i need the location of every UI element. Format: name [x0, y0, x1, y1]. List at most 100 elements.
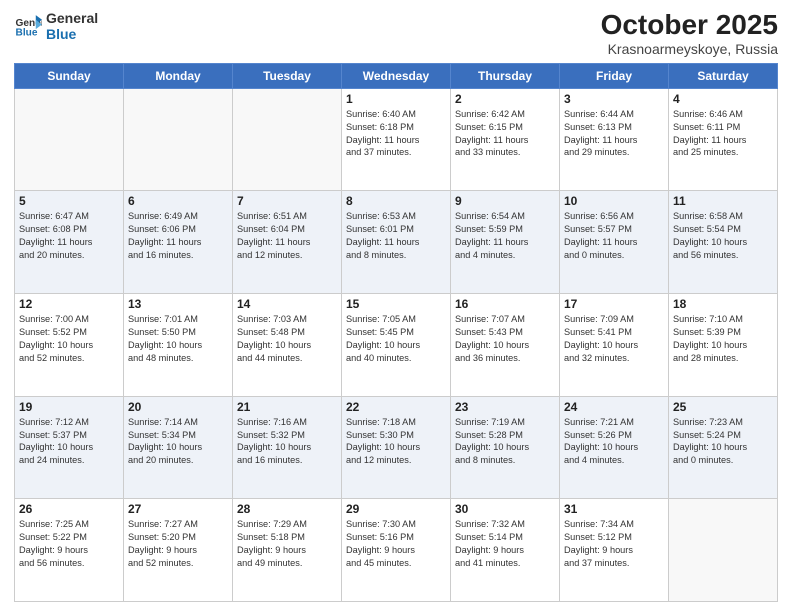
day-info: Sunrise: 7:00 AM Sunset: 5:52 PM Dayligh…	[19, 313, 119, 365]
calendar-header-wednesday: Wednesday	[342, 63, 451, 88]
day-number: 10	[564, 194, 664, 208]
calendar-cell: 1 Sunrise: 6:40 AM Sunset: 6:18 PM Daylig…	[342, 88, 451, 191]
day-number: 17	[564, 297, 664, 311]
calendar-cell: 12 Sunrise: 7:00 AM Sunset: 5:52 PM Dayli…	[15, 294, 124, 397]
calendar-cell: 15 Sunrise: 7:05 AM Sunset: 5:45 PM Dayli…	[342, 294, 451, 397]
calendar-cell	[669, 499, 778, 602]
header: General Blue General Blue October 2025 K…	[14, 10, 778, 57]
day-number: 9	[455, 194, 555, 208]
logo-blue: Blue	[46, 26, 98, 42]
page-subtitle: Krasnoarmeyskoye, Russia	[601, 41, 778, 57]
calendar-cell: 19 Sunrise: 7:12 AM Sunset: 5:37 PM Dayli…	[15, 396, 124, 499]
day-number: 30	[455, 502, 555, 516]
calendar-header-thursday: Thursday	[451, 63, 560, 88]
day-number: 21	[237, 400, 337, 414]
calendar-cell: 2Sunrise: 6:42 AM Sunset: 6:15 PM Daylig…	[451, 88, 560, 191]
calendar-cell: 22 Sunrise: 7:18 AM Sunset: 5:30 PM Dayli…	[342, 396, 451, 499]
day-number: 27	[128, 502, 228, 516]
calendar-header-monday: Monday	[124, 63, 233, 88]
calendar-cell: 17 Sunrise: 7:09 AM Sunset: 5:41 PM Dayli…	[560, 294, 669, 397]
calendar-header-tuesday: Tuesday	[233, 63, 342, 88]
day-info: Sunrise: 7:14 AM Sunset: 5:34 PM Dayligh…	[128, 416, 228, 468]
calendar-cell: 5Sunrise: 6:47 AM Sunset: 6:08 PM Daylig…	[15, 191, 124, 294]
calendar-cell: 10 Sunrise: 6:56 AM Sunset: 5:57 PM Dayli…	[560, 191, 669, 294]
calendar-cell: 30 Sunrise: 7:32 AM Sunset: 5:14 PM Dayli…	[451, 499, 560, 602]
calendar-cell: 24 Sunrise: 7:21 AM Sunset: 5:26 PM Dayli…	[560, 396, 669, 499]
title-block: October 2025 Krasnoarmeyskoye, Russia	[601, 10, 778, 57]
calendar-header-saturday: Saturday	[669, 63, 778, 88]
day-info: Sunrise: 7:16 AM Sunset: 5:32 PM Dayligh…	[237, 416, 337, 468]
day-number: 11	[673, 194, 773, 208]
calendar-cell: 27 Sunrise: 7:27 AM Sunset: 5:20 PM Dayli…	[124, 499, 233, 602]
day-info: Sunrise: 7:01 AM Sunset: 5:50 PM Dayligh…	[128, 313, 228, 365]
day-info: Sunrise: 6:53 AM Sunset: 6:01 PM Dayligh…	[346, 210, 446, 262]
day-number: 19	[19, 400, 119, 414]
calendar-cell: 21 Sunrise: 7:16 AM Sunset: 5:32 PM Dayli…	[233, 396, 342, 499]
calendar-cell: 11 Sunrise: 6:58 AM Sunset: 5:54 PM Dayli…	[669, 191, 778, 294]
calendar-header-friday: Friday	[560, 63, 669, 88]
day-info: Sunrise: 7:10 AM Sunset: 5:39 PM Dayligh…	[673, 313, 773, 365]
calendar-cell: 13 Sunrise: 7:01 AM Sunset: 5:50 PM Dayli…	[124, 294, 233, 397]
day-number: 26	[19, 502, 119, 516]
day-number: 7	[237, 194, 337, 208]
calendar-cell: 25 Sunrise: 7:23 AM Sunset: 5:24 PM Dayli…	[669, 396, 778, 499]
day-info: Sunrise: 7:05 AM Sunset: 5:45 PM Dayligh…	[346, 313, 446, 365]
day-info: Sunrise: 7:21 AM Sunset: 5:26 PM Dayligh…	[564, 416, 664, 468]
day-info: Sunrise: 6:40 AM Sunset: 6:18 PM Dayligh…	[346, 108, 446, 160]
logo-icon: General Blue	[14, 12, 42, 40]
day-info: Sunrise: 7:09 AM Sunset: 5:41 PM Dayligh…	[564, 313, 664, 365]
page: General Blue General Blue October 2025 K…	[0, 0, 792, 612]
calendar-cell: 3 Sunrise: 6:44 AM Sunset: 6:13 PM Daylig…	[560, 88, 669, 191]
day-info: Sunrise: 6:47 AM Sunset: 6:08 PM Dayligh…	[19, 210, 119, 262]
day-info: Sunrise: 7:18 AM Sunset: 5:30 PM Dayligh…	[346, 416, 446, 468]
calendar-cell: 6 Sunrise: 6:49 AM Sunset: 6:06 PM Daylig…	[124, 191, 233, 294]
day-info: Sunrise: 6:54 AM Sunset: 5:59 PM Dayligh…	[455, 210, 555, 262]
day-info: Sunrise: 7:19 AM Sunset: 5:28 PM Dayligh…	[455, 416, 555, 468]
day-info: Sunrise: 7:25 AM Sunset: 5:22 PM Dayligh…	[19, 518, 119, 570]
day-info: Sunrise: 7:23 AM Sunset: 5:24 PM Dayligh…	[673, 416, 773, 468]
day-info: Sunrise: 6:49 AM Sunset: 6:06 PM Dayligh…	[128, 210, 228, 262]
day-number: 4	[673, 92, 773, 106]
day-info: Sunrise: 7:12 AM Sunset: 5:37 PM Dayligh…	[19, 416, 119, 468]
day-info: Sunrise: 7:27 AM Sunset: 5:20 PM Dayligh…	[128, 518, 228, 570]
day-number: 23	[455, 400, 555, 414]
calendar-cell: 9 Sunrise: 6:54 AM Sunset: 5:59 PM Daylig…	[451, 191, 560, 294]
day-number: 15	[346, 297, 446, 311]
day-info: Sunrise: 7:29 AM Sunset: 5:18 PM Dayligh…	[237, 518, 337, 570]
day-number: 8	[346, 194, 446, 208]
day-info: Sunrise: 7:34 AM Sunset: 5:12 PM Dayligh…	[564, 518, 664, 570]
page-title: October 2025	[601, 10, 778, 41]
calendar-cell: 28 Sunrise: 7:29 AM Sunset: 5:18 PM Dayli…	[233, 499, 342, 602]
day-number: 20	[128, 400, 228, 414]
day-info: Sunrise: 7:30 AM Sunset: 5:16 PM Dayligh…	[346, 518, 446, 570]
day-number: 25	[673, 400, 773, 414]
calendar-cell: 23 Sunrise: 7:19 AM Sunset: 5:28 PM Dayli…	[451, 396, 560, 499]
day-number: 3	[564, 92, 664, 106]
day-number: 28	[237, 502, 337, 516]
day-info: Sunrise: 7:32 AM Sunset: 5:14 PM Dayligh…	[455, 518, 555, 570]
day-number: 22	[346, 400, 446, 414]
day-number: 24	[564, 400, 664, 414]
day-info: Sunrise: 6:56 AM Sunset: 5:57 PM Dayligh…	[564, 210, 664, 262]
svg-text:Blue: Blue	[16, 27, 38, 38]
day-info: Sunrise: 6:58 AM Sunset: 5:54 PM Dayligh…	[673, 210, 773, 262]
day-info: Sunrise: 6:46 AM Sunset: 6:11 PM Dayligh…	[673, 108, 773, 160]
day-number: 12	[19, 297, 119, 311]
day-info: Sunrise: 6:44 AM Sunset: 6:13 PM Dayligh…	[564, 108, 664, 160]
calendar-cell: 8 Sunrise: 6:53 AM Sunset: 6:01 PM Daylig…	[342, 191, 451, 294]
day-number: 31	[564, 502, 664, 516]
calendar-table: SundayMondayTuesdayWednesdayThursdayFrid…	[14, 63, 778, 602]
day-number: 1	[346, 92, 446, 106]
day-info: Sunrise: 6:51 AM Sunset: 6:04 PM Dayligh…	[237, 210, 337, 262]
day-number: 29	[346, 502, 446, 516]
logo: General Blue General Blue	[14, 10, 98, 42]
day-number: 16	[455, 297, 555, 311]
calendar-cell: 16 Sunrise: 7:07 AM Sunset: 5:43 PM Dayli…	[451, 294, 560, 397]
calendar-cell	[15, 88, 124, 191]
day-info: Sunrise: 7:07 AM Sunset: 5:43 PM Dayligh…	[455, 313, 555, 365]
calendar-cell: 7 Sunrise: 6:51 AM Sunset: 6:04 PM Daylig…	[233, 191, 342, 294]
calendar-cell: 31 Sunrise: 7:34 AM Sunset: 5:12 PM Dayli…	[560, 499, 669, 602]
day-number: 6	[128, 194, 228, 208]
calendar-header-sunday: Sunday	[15, 63, 124, 88]
day-number: 13	[128, 297, 228, 311]
